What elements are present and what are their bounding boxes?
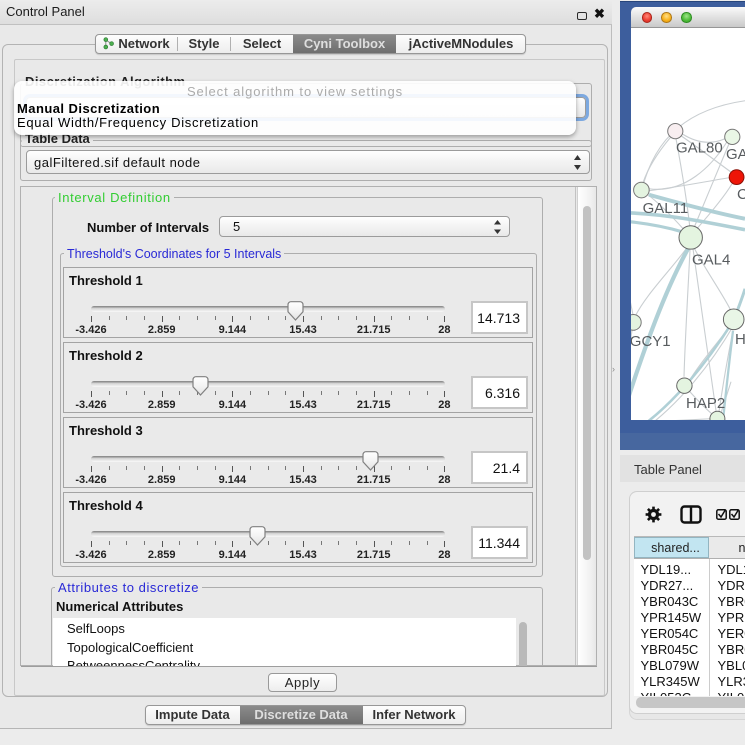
svg-text:C: C — [737, 185, 745, 202]
svg-text:GAL80: GAL80 — [676, 139, 723, 156]
svg-text:GAL4: GAL4 — [692, 251, 730, 268]
svg-text:HI: HI — [735, 330, 745, 347]
svg-text:HAP2: HAP2 — [686, 394, 725, 411]
svg-text:GA: GA — [726, 145, 745, 162]
svg-text:GAL11: GAL11 — [643, 199, 689, 216]
svg-text:GCY1: GCY1 — [631, 332, 671, 349]
